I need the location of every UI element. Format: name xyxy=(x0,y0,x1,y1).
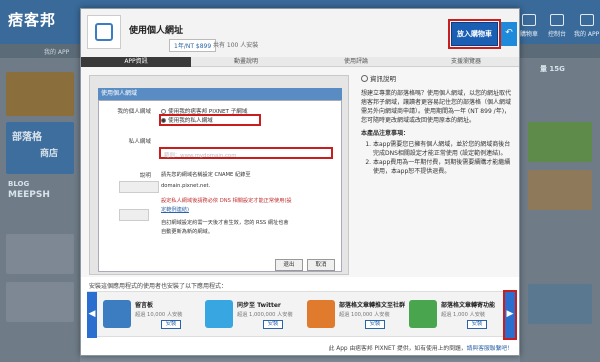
bg-side-text: BLOG xyxy=(8,180,30,188)
related-app[interactable]: 部落格文章轉推文至社群 超過 100,000 人安裝 安裝 xyxy=(307,298,407,332)
nav-cart[interactable]: 購物車 xyxy=(520,14,538,38)
tab-browsers[interactable]: 支援瀏覽器 xyxy=(411,57,519,67)
tab-reviews[interactable]: 使用評論 xyxy=(301,57,411,67)
install-button[interactable]: 安裝 xyxy=(263,320,283,329)
install-button[interactable]: 安裝 xyxy=(365,320,385,329)
app-screenshot: 使用個人網域 我的個人網域 使用我的痞客邦 PIXNET 子網域 使用我的私人網… xyxy=(89,75,349,275)
my-app-link[interactable]: 我的 APP xyxy=(44,47,69,56)
related-apps-caption: 安裝這個應用程式的使用者也安裝了以下應用程式： xyxy=(89,283,228,290)
desc-line: 請先您的網域名稱設定 CNAME 紀錄至 xyxy=(161,172,251,178)
info-header: 資訊說明 xyxy=(361,73,513,83)
desc-link: 定範例連結) xyxy=(161,207,189,213)
desc-line: domain.pixnet.net. xyxy=(161,183,211,189)
modal-header: 使用個人網址 1年/NT $899 共有 100 人安裝 放入購物車 ↶ xyxy=(81,9,519,57)
modal-body: 使用個人網域 我的個人網域 使用我的痞客邦 PIXNET 子網域 使用我的私人網… xyxy=(81,67,519,277)
screenshot-cancel-button: 取消 xyxy=(307,259,335,271)
footer-note: 此 App 由痞客邦 PIXNET 提供，如有使用上的問題，請與客服聯繫吧！ xyxy=(328,346,513,352)
tab-animation[interactable]: 動畫說明 xyxy=(191,57,301,67)
info-intro: 想建立專業的部落格嗎？使用個人網域，以您的網址取代痞客邦子網域，讓讀者更容易記住… xyxy=(361,90,512,124)
nav-my-app[interactable]: 我的 APP xyxy=(574,14,599,38)
install-button[interactable]: 安裝 xyxy=(467,320,487,329)
nav-console[interactable]: 控制台 xyxy=(548,14,566,38)
related-app-name: 留言板 xyxy=(135,302,154,309)
info-notice-item: 本app需要您已擁有個人網域，並於您的網域商後台完成DNS相關設定才能正常使用 … xyxy=(373,140,513,158)
forward-icon xyxy=(409,300,437,328)
info-notice-heading: 本產品注意事項： xyxy=(361,130,410,137)
desc-line: 設定私人網域後請務必依 DNS 相關設定才能正常使用(設 xyxy=(161,198,292,204)
twitter-icon xyxy=(205,300,233,328)
related-app-stat: 超過 1,000 人安裝 xyxy=(441,312,486,318)
contact-support-link[interactable]: 請與客服聯繫吧！ xyxy=(467,346,513,352)
bg-side-text: 商店 xyxy=(40,149,59,159)
cart-icon xyxy=(522,14,536,26)
screenshot-title: 使用個人網域 xyxy=(98,88,342,100)
private-domain-label: 私人網域 xyxy=(128,139,151,145)
screenshot-panel: 我的個人網域 使用我的痞客邦 PIXNET 子網域 使用我的私人網域 私人網域 … xyxy=(98,100,342,272)
screenshot-exit-button: 退出 xyxy=(275,259,303,271)
app-icon xyxy=(87,15,121,49)
app-detail-modal: 使用個人網址 1年/NT $899 共有 100 人安裝 放入購物車 ↶ APP… xyxy=(80,8,520,356)
bg-side-text: 量 15G xyxy=(540,65,565,73)
bg-card xyxy=(6,234,74,274)
share-icon[interactable]: ↶ xyxy=(501,22,517,46)
bg-side-text: 部落格 xyxy=(12,132,42,143)
bg-banner xyxy=(6,72,74,116)
bg-left-column: 部落格 商店 BLOG MEEPSH xyxy=(0,58,80,362)
site-logo[interactable]: 痞客邦 xyxy=(8,9,56,30)
my-domain-label: 我的個人網域 xyxy=(117,109,151,115)
share-social-icon xyxy=(307,300,335,328)
private-domain-input: 範例：www.mydomain.com xyxy=(159,147,333,159)
guestbook-icon xyxy=(103,300,131,328)
related-app-stat: 超過 100,000 人安裝 xyxy=(339,312,390,318)
console-icon xyxy=(550,14,564,26)
related-app-stat: 超過 1,000,000 人安裝 xyxy=(237,312,293,318)
bg-card xyxy=(6,282,74,322)
related-app[interactable]: 部落格文章轉寄功能 超過 1,000 人安裝 安裝 xyxy=(409,298,509,332)
info-notice-list: 本app需要您已擁有個人網域，並於您的網域商後台完成DNS相關設定才能正常使用 … xyxy=(361,140,513,176)
carousel-prev-button[interactable]: ◀ xyxy=(87,292,97,338)
info-icon xyxy=(361,75,368,82)
bg-card xyxy=(528,122,592,162)
domain-icon xyxy=(95,23,113,41)
placeholder-box xyxy=(119,181,159,193)
price-tag: 1年/NT $899 xyxy=(169,39,217,52)
related-app-stat: 超過 10,000 人安裝 xyxy=(135,312,183,318)
desc-line: 自動更新為新的網域。 xyxy=(161,229,213,235)
related-app-name: 部落格文章轉推文至社群 xyxy=(339,302,406,309)
related-app-name: 同步至 Twitter xyxy=(237,302,281,309)
install-count: 共有 100 人安裝 xyxy=(213,42,259,49)
info-notice-item: 本app費用為一年期付費，到期後需要續購才能繼續使用，本app恕不提供退費。 xyxy=(373,158,513,176)
bg-card xyxy=(528,170,592,210)
placeholder-box xyxy=(119,209,149,221)
related-app-name: 部落格文章轉寄功能 xyxy=(441,302,496,309)
bg-right-column: 量 15G xyxy=(520,58,600,362)
related-apps-carousel: ◀ 留言板 超過 10,000 人安裝 安裝 同步至 Twitter 超過 1,… xyxy=(87,290,517,340)
install-button[interactable]: 安裝 xyxy=(161,320,181,329)
related-app[interactable]: 同步至 Twitter 超過 1,000,000 人安裝 安裝 xyxy=(205,298,305,332)
bg-card xyxy=(528,284,592,324)
related-app[interactable]: 留言板 超過 10,000 人安裝 安裝 xyxy=(103,298,203,332)
info-column: 資訊說明 想建立專業的部落格嗎？使用個人網域，以您的網址取代痞客邦子網域，讓讀者… xyxy=(361,73,513,273)
highlight-box xyxy=(159,114,261,126)
carousel-next-button[interactable]: ▶ xyxy=(503,290,517,340)
app-grid-icon xyxy=(579,14,594,26)
tab-app-info[interactable]: APP資訊 xyxy=(81,57,191,67)
app-title: 使用個人網址 xyxy=(129,26,184,36)
add-to-cart-button[interactable]: 放入購物車 xyxy=(448,19,501,49)
desc-line: 自訂網域設定約需一天後才會生效，您的 RSS 網址也會 xyxy=(161,220,289,226)
modal-footer: 安裝這個應用程式的使用者也安裝了以下應用程式： ◀ 留言板 超過 10,000 … xyxy=(81,277,519,355)
description-label: 說明 xyxy=(139,173,151,179)
tab-bar: APP資訊 動畫說明 使用評論 支援瀏覽器 xyxy=(81,57,519,67)
bg-side-text: MEEPSH xyxy=(8,190,50,200)
